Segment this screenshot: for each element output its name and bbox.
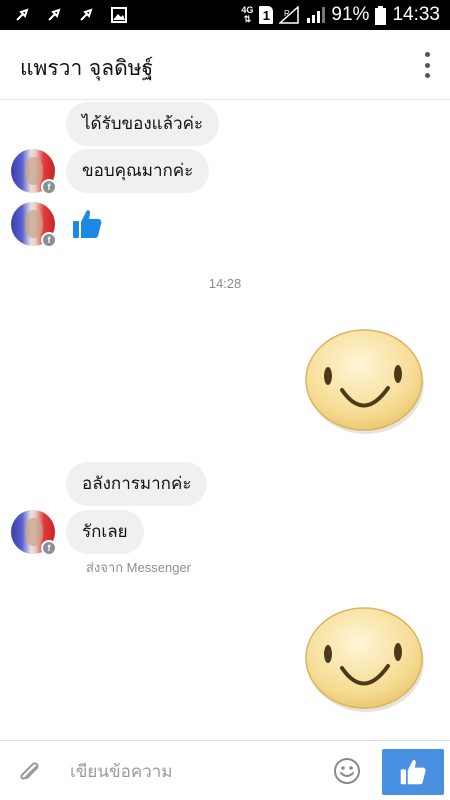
battery-percent: 91% xyxy=(331,4,370,25)
notification-icon xyxy=(80,8,93,21)
message-timestamp: 14:28 xyxy=(208,276,242,291)
notification-icon xyxy=(16,8,29,21)
data-arrows-icon: ⇅ xyxy=(243,14,252,24)
received-message-bubble[interactable]: ขอบคุณมากค่ะ xyxy=(66,149,210,193)
attachment-icon[interactable] xyxy=(16,759,44,787)
signal-strength-icon xyxy=(307,7,326,23)
message-composer: เขียนข้อความ xyxy=(0,740,450,800)
network-type: 4G ⇅ xyxy=(241,6,253,24)
contact-avatar[interactable]: f xyxy=(11,202,57,248)
avatar-face xyxy=(25,518,43,546)
conversation-header: แพรวา จุลดิษฐ์ xyxy=(0,30,450,100)
clock: 14:33 xyxy=(392,4,440,25)
message-input[interactable]: เขียนข้อความ xyxy=(70,758,173,785)
notification-icon xyxy=(48,8,61,21)
signal-icon: R xyxy=(279,6,300,24)
messenger-badge-icon: f xyxy=(41,540,57,556)
received-message-bubble[interactable]: ได้รับของแล้วค่ะ xyxy=(66,102,220,146)
dot xyxy=(424,62,430,68)
emoji-icon[interactable] xyxy=(333,757,361,785)
status-bar: 4G ⇅ 1 R 91% 14:33 xyxy=(0,0,450,30)
messenger-badge-icon: f xyxy=(41,232,57,248)
thumbs-up-icon[interactable] xyxy=(72,208,102,240)
message-list[interactable]: ได้รับของแล้วค่ะ ขอบคุณมากค่ะ f f 14:28 … xyxy=(0,100,450,740)
contact-avatar[interactable]: f xyxy=(11,149,57,195)
dot xyxy=(424,52,430,57)
received-message-bubble[interactable]: อลังการมากค่ะ xyxy=(66,462,208,506)
dot xyxy=(424,73,430,78)
roaming-label: R xyxy=(284,9,290,18)
avatar-face xyxy=(25,157,43,185)
smiley-sticker-icon[interactable] xyxy=(302,326,426,438)
contact-avatar[interactable]: f xyxy=(11,510,57,556)
contact-name[interactable]: แพรวา จุลดิษฐ์ xyxy=(20,52,153,85)
sent-via-label: ส่งจาก Messenger xyxy=(86,560,191,575)
more-options-icon[interactable] xyxy=(422,52,432,78)
status-indicators: 4G ⇅ 1 R 91% 14:33 xyxy=(241,4,440,26)
battery-icon xyxy=(375,5,387,25)
thumbs-up-icon xyxy=(400,759,426,785)
notification-icons xyxy=(14,6,128,24)
image-icon xyxy=(111,7,127,23)
received-message-bubble[interactable]: รักเลย xyxy=(66,510,144,554)
avatar-face xyxy=(25,210,43,238)
send-like-button[interactable] xyxy=(382,749,444,795)
smiley-sticker-icon[interactable] xyxy=(302,604,426,716)
messenger-badge-icon: f xyxy=(41,179,57,195)
sim-badge: 1 xyxy=(259,6,274,24)
